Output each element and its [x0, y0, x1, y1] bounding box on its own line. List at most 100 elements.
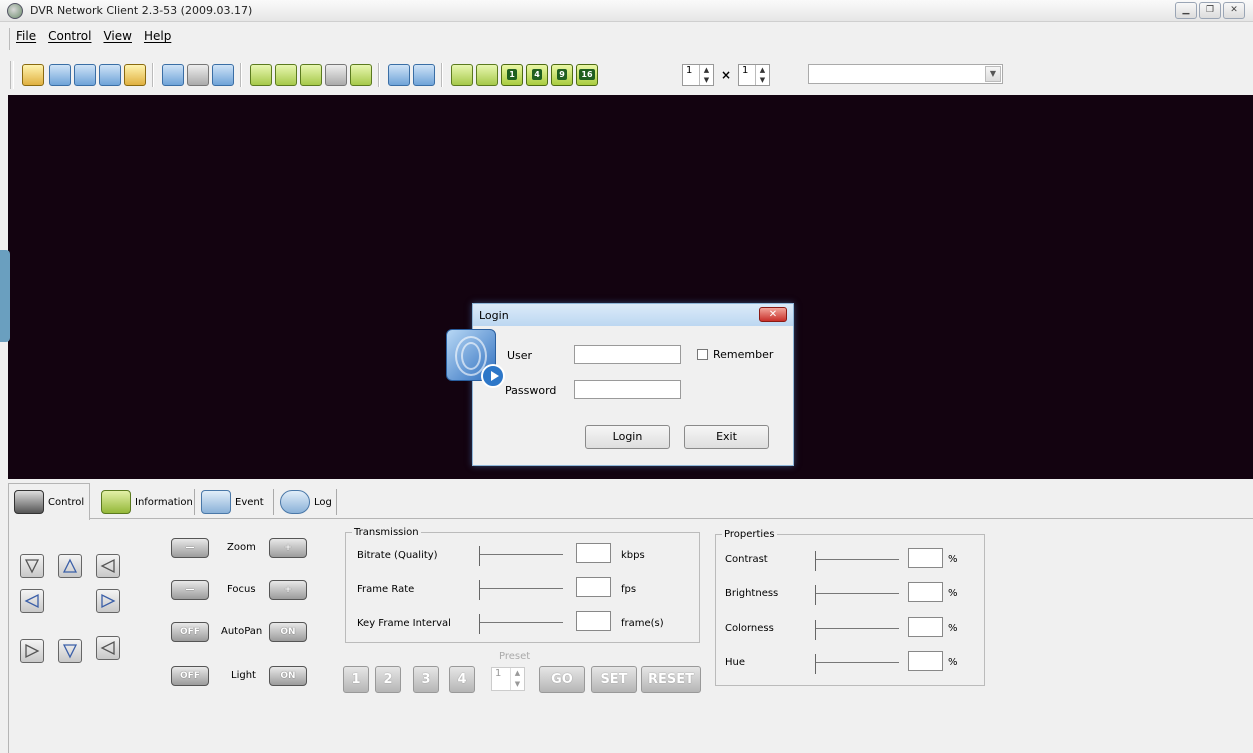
key-frame-interval-slider[interactable]	[479, 612, 563, 634]
layout-gray-icon[interactable]	[187, 64, 209, 86]
information-icon	[101, 490, 131, 514]
ptz-right-button[interactable]	[96, 589, 120, 613]
tab-log[interactable]: Log	[275, 485, 337, 519]
menu-help[interactable]: Help	[144, 29, 171, 49]
play-icon[interactable]	[275, 64, 297, 86]
layout-9-button[interactable]: 9	[551, 64, 573, 86]
ptz-down-left-button[interactable]	[20, 639, 44, 663]
key-frame-interval-unit: frame(s)	[621, 618, 664, 629]
preset-2-button[interactable]: 2	[375, 666, 401, 693]
ptz-down-right-button[interactable]	[96, 636, 120, 660]
bitrate-slider[interactable]	[479, 544, 563, 566]
layout-single-icon[interactable]	[162, 64, 184, 86]
ptz-up-right-button[interactable]	[96, 554, 120, 578]
colorness-slider[interactable]	[815, 618, 899, 640]
tab-information-label: Information	[135, 496, 193, 508]
arrow-left-icon	[24, 593, 39, 609]
autopan-off-button[interactable]: OFF	[171, 622, 209, 642]
toolbar-separator	[152, 63, 154, 87]
preset-spinner[interactable]: 1 ▲ ▼	[491, 667, 525, 691]
focus-far-button[interactable]: +	[269, 580, 307, 600]
device-list-icon[interactable]	[49, 64, 71, 86]
menu-file[interactable]: File	[16, 29, 36, 49]
preset-label: Preset	[499, 651, 531, 662]
fullscreen-icon[interactable]	[476, 64, 498, 86]
light-on-button[interactable]: ON	[269, 666, 307, 686]
ptz-icon[interactable]	[350, 64, 372, 86]
autopan-on-button[interactable]: ON	[269, 622, 307, 642]
contrast-slider[interactable]	[815, 549, 899, 571]
key-frame-interval-value-box[interactable]	[576, 611, 611, 631]
close-icon: ✕	[1230, 5, 1238, 15]
device-combo[interactable]: ▼	[808, 64, 1003, 84]
record-icon[interactable]	[74, 64, 96, 86]
ptz-up-button[interactable]	[58, 554, 82, 578]
preset-1-button[interactable]: 1	[343, 666, 369, 693]
grid-cols-spinner[interactable]: 1 ▲ ▼	[682, 64, 714, 86]
layout-split-icon[interactable]	[212, 64, 234, 86]
exit-button[interactable]: Exit	[684, 425, 769, 449]
frame-rate-label: Frame Rate	[357, 584, 415, 595]
brightness-slider[interactable]	[815, 583, 899, 605]
light-off-button[interactable]: OFF	[171, 666, 209, 686]
login-dialog-title: Login	[473, 304, 793, 326]
remember-checkbox[interactable]	[697, 349, 708, 360]
password-input[interactable]	[574, 380, 681, 399]
focus-near-button[interactable]: —	[171, 580, 209, 600]
colorness-value-box[interactable]	[908, 617, 943, 637]
layout-16-button[interactable]: 16	[576, 64, 598, 86]
disconnect-icon[interactable]	[124, 64, 146, 86]
password-label: Password	[505, 384, 557, 397]
grid-rows-spinner[interactable]: 1 ▲ ▼	[738, 64, 770, 86]
layout-1-button[interactable]: 1	[501, 64, 523, 86]
sequence-icon[interactable]	[451, 64, 473, 86]
hue-slider[interactable]	[815, 652, 899, 674]
grid-rows-value: 1	[742, 65, 749, 76]
brightness-value-box[interactable]	[908, 582, 943, 602]
tab-event[interactable]: Event	[196, 485, 269, 519]
preset-reset-button[interactable]: RESET	[641, 666, 701, 693]
dialog-close-button[interactable]: ✕	[759, 307, 787, 322]
layout-4-button[interactable]: 4	[526, 64, 548, 86]
side-panel-handle[interactable]	[0, 250, 10, 342]
login-button[interactable]: Login	[585, 425, 670, 449]
connect-icon[interactable]	[22, 64, 44, 86]
user-input[interactable]	[574, 345, 681, 364]
spin-arrows-icon[interactable]: ▲ ▼	[755, 65, 769, 85]
zoom-in-button[interactable]: +	[269, 538, 307, 558]
tab-information[interactable]: Information	[96, 485, 198, 519]
spin-arrows-icon[interactable]: ▲ ▼	[510, 668, 524, 690]
ptz-down-button[interactable]	[58, 639, 82, 663]
live-icon[interactable]	[250, 64, 272, 86]
tab-separator	[194, 489, 195, 515]
search-icon[interactable]	[99, 64, 121, 86]
transmission-legend: Transmission	[354, 527, 419, 538]
zoom-label: Zoom	[227, 542, 256, 553]
zoom-out-button[interactable]: —	[171, 538, 209, 558]
ptz-left-button[interactable]	[20, 589, 44, 613]
minimize-button[interactable]: ▁	[1175, 2, 1197, 19]
preset-set-button[interactable]: SET	[591, 666, 637, 693]
speaker-icon[interactable]	[325, 64, 347, 86]
preset-go-button[interactable]: GO	[539, 666, 585, 693]
menu-control[interactable]: Control	[48, 29, 91, 49]
chevron-down-icon[interactable]: ▼	[985, 66, 1001, 82]
bitrate-label: Bitrate (Quality)	[357, 550, 438, 561]
menu-view[interactable]: View	[103, 29, 131, 49]
close-window-button[interactable]: ✕	[1223, 2, 1245, 19]
preset-4-button[interactable]: 4	[449, 666, 475, 693]
hue-value-box[interactable]	[908, 651, 943, 671]
frame-rate-slider[interactable]	[479, 578, 563, 600]
window-title: DVR Network Client 2.3-53 (2009.03.17)	[30, 4, 253, 17]
restore-button[interactable]: ❐	[1199, 2, 1221, 19]
preset-3-button[interactable]: 3	[413, 666, 439, 693]
tab-control[interactable]: Control	[8, 483, 91, 520]
pause-icon[interactable]	[300, 64, 322, 86]
spin-arrows-icon[interactable]: ▲ ▼	[699, 65, 713, 85]
contrast-value-box[interactable]	[908, 548, 943, 568]
frame-rate-value-box[interactable]	[576, 577, 611, 597]
bitrate-value-box[interactable]	[576, 543, 611, 563]
snapshot-icon[interactable]	[388, 64, 410, 86]
ptz-up-left-button[interactable]	[20, 554, 44, 578]
print-icon[interactable]	[413, 64, 435, 86]
